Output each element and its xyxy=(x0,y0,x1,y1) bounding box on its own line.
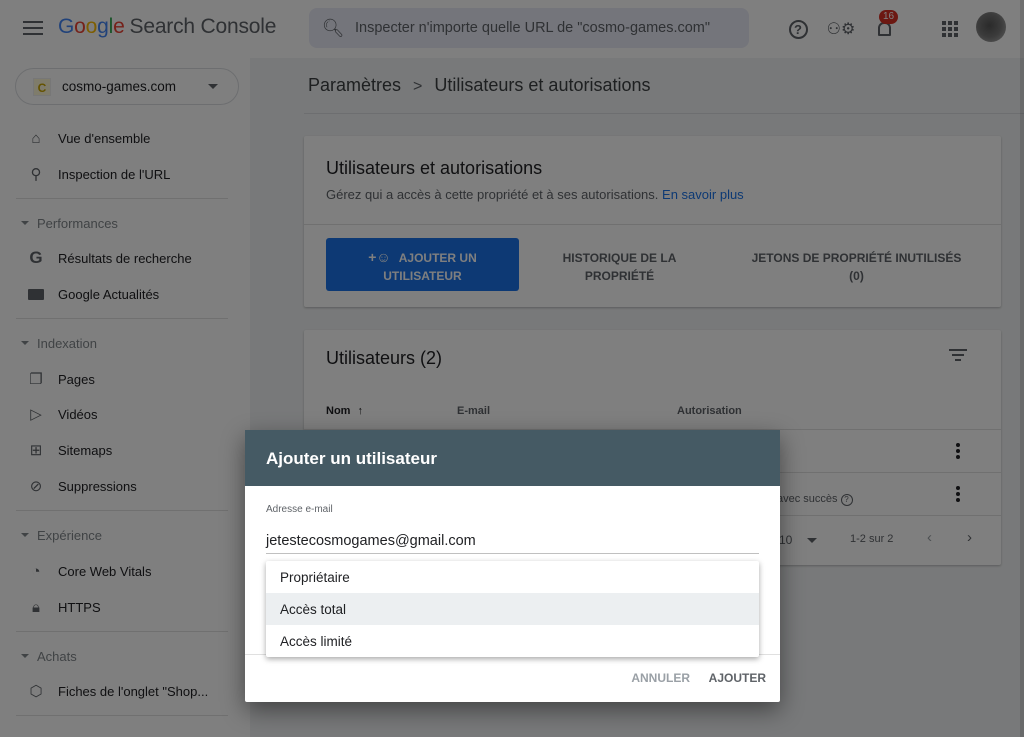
dialog-header: Ajouter un utilisateur xyxy=(245,430,780,486)
scrollbar[interactable] xyxy=(1020,0,1024,737)
permission-option-restricted[interactable]: Accès limité xyxy=(266,625,759,657)
email-field[interactable]: jetestecosmogames@gmail.com xyxy=(266,533,476,549)
cancel-button[interactable]: ANNULER xyxy=(631,671,690,685)
input-underline xyxy=(266,553,759,554)
permission-option-full[interactable]: Accès total xyxy=(266,593,759,625)
email-field-label: Adresse e-mail xyxy=(266,504,333,515)
add-button[interactable]: AJOUTER xyxy=(709,671,766,685)
permission-option-owner[interactable]: Propriétaire xyxy=(266,561,759,593)
dialog-title: Ajouter un utilisateur xyxy=(266,449,437,468)
add-user-dialog: Ajouter un utilisateur Adresse e-mail je… xyxy=(245,430,780,702)
permission-dropdown-menu: Propriétaire Accès total Accès limité xyxy=(266,561,759,657)
